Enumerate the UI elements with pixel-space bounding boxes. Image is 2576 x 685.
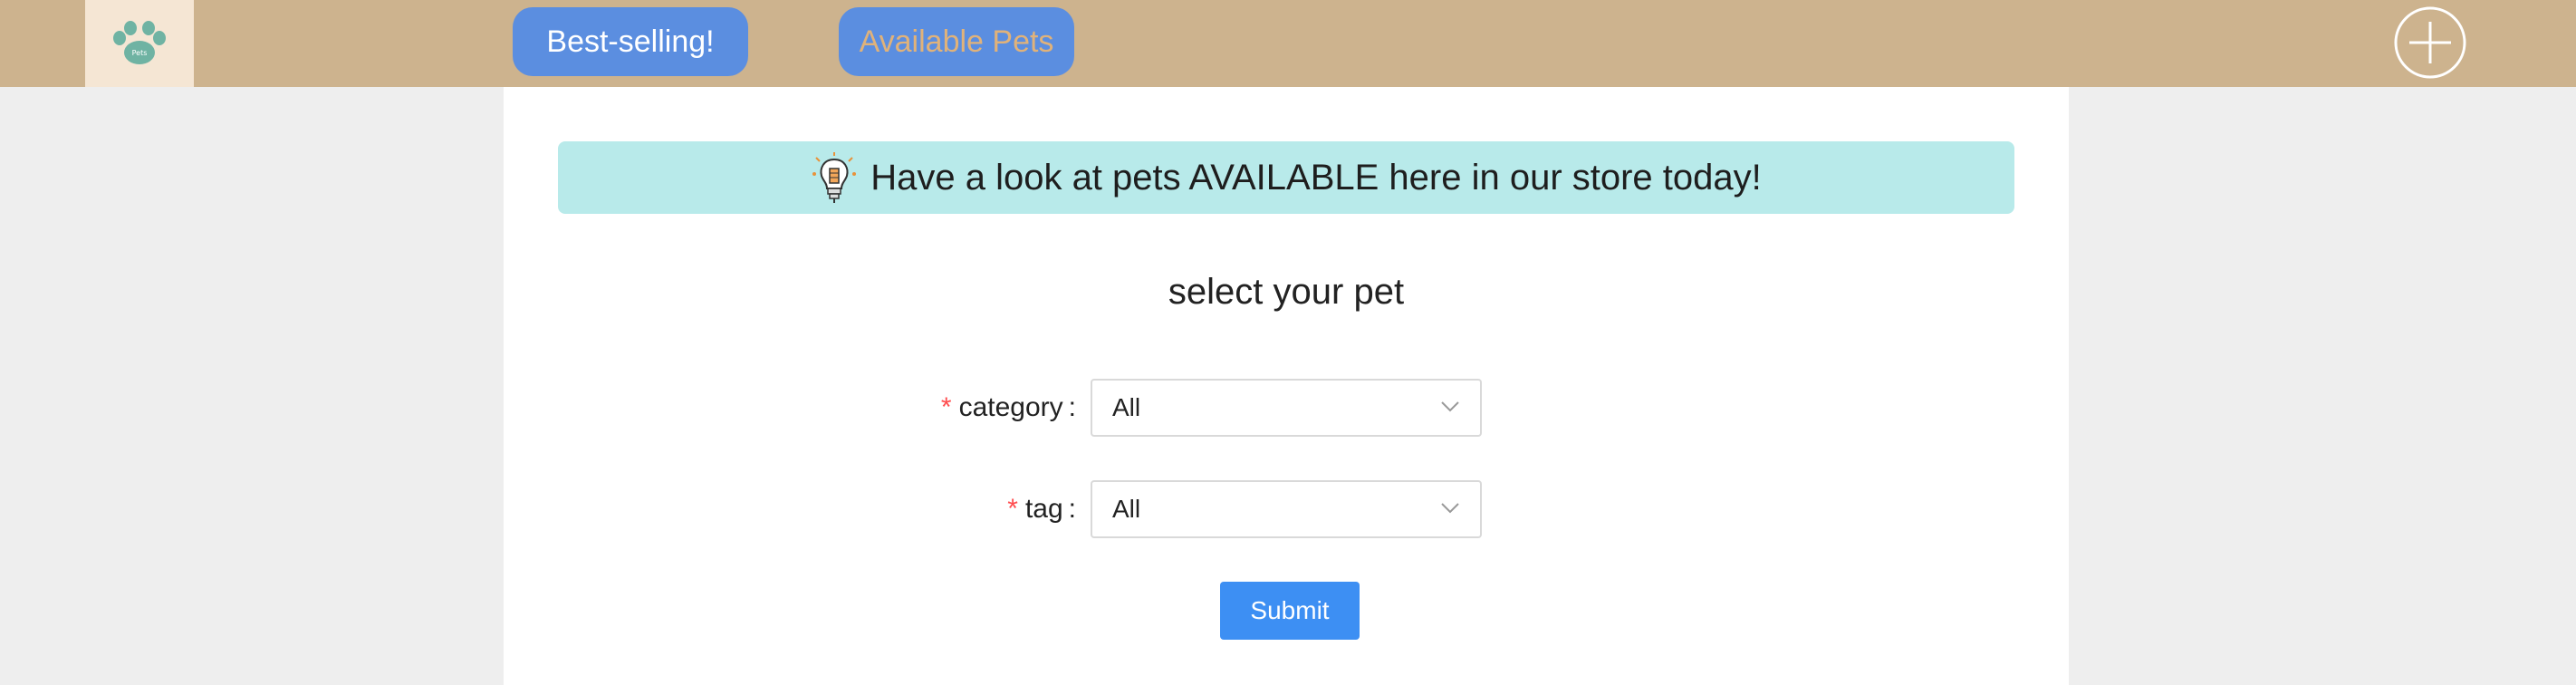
add-button[interactable] bbox=[2393, 5, 2467, 80]
tag-select-value: All bbox=[1112, 495, 1141, 523]
submit-button[interactable]: Submit bbox=[1220, 582, 1360, 640]
required-mark: * bbox=[1007, 494, 1018, 524]
category-select-value: All bbox=[1112, 393, 1141, 421]
category-row: * category : All bbox=[504, 379, 2069, 437]
required-mark: * bbox=[940, 392, 952, 422]
chevron-down-icon bbox=[1441, 503, 1459, 514]
tag-select[interactable]: All bbox=[1091, 480, 1482, 538]
category-label: * category : bbox=[941, 379, 1076, 437]
label-colon: : bbox=[1068, 392, 1076, 422]
lightbulb-icon bbox=[812, 152, 857, 203]
info-banner: Have a look at pets AVAILABLE here in ou… bbox=[558, 141, 2014, 214]
best-selling-button[interactable]: Best-selling! bbox=[513, 7, 748, 76]
plus-circle-icon bbox=[2394, 6, 2466, 79]
banner-text: Have a look at pets AVAILABLE here in ou… bbox=[870, 157, 1762, 198]
chevron-down-icon bbox=[1441, 401, 1459, 412]
logo[interactable]: Pets bbox=[85, 0, 194, 87]
label-colon: : bbox=[1068, 494, 1076, 524]
category-label-text: category bbox=[958, 392, 1063, 422]
top-bar: Pets Best-selling! Available Pets bbox=[0, 0, 2576, 87]
main-content: Have a look at pets AVAILABLE here in ou… bbox=[504, 87, 2069, 685]
available-pets-button[interactable]: Available Pets bbox=[839, 7, 1074, 76]
tag-label: * tag : bbox=[1007, 480, 1076, 538]
tag-label-text: tag bbox=[1024, 494, 1063, 524]
logo-text: Pets bbox=[132, 49, 148, 57]
paw-logo-icon: Pets bbox=[113, 21, 166, 64]
tag-row: * tag : All bbox=[504, 480, 2069, 538]
category-select[interactable]: All bbox=[1091, 379, 1482, 437]
form-title: select your pet bbox=[1168, 272, 1405, 312]
